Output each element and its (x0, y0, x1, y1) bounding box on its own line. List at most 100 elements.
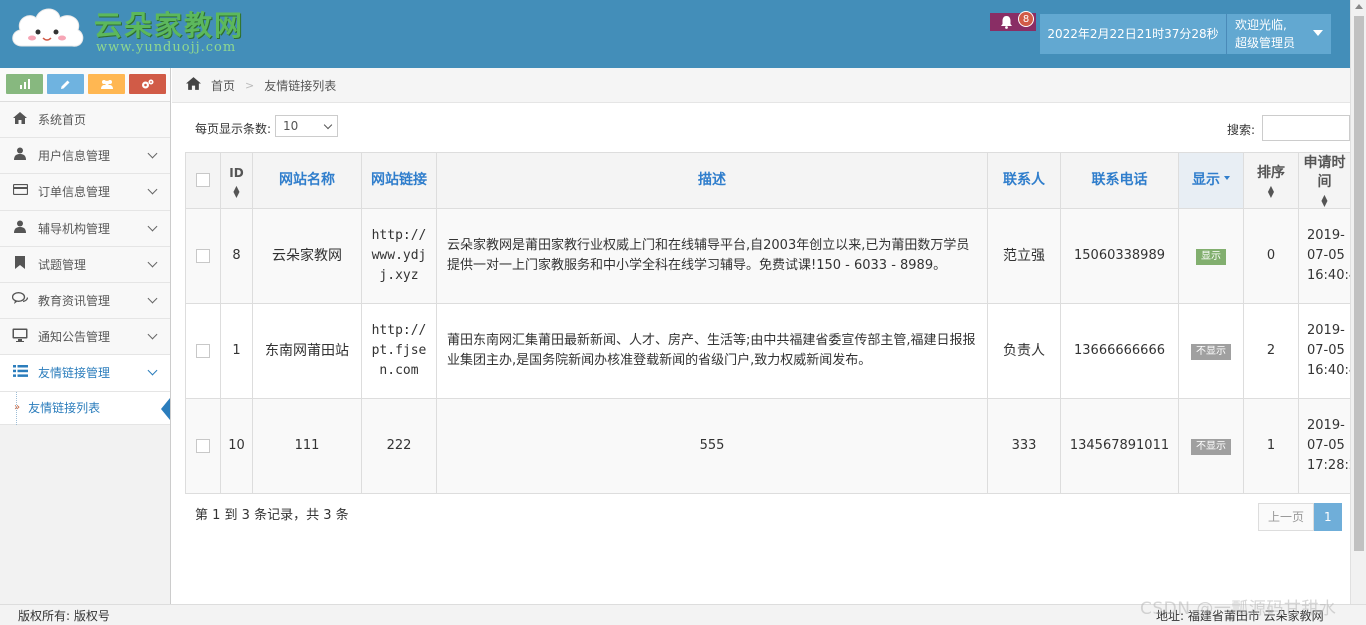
column-header-phone[interactable]: 联系电话 (1060, 152, 1179, 209)
sidebar-item-questions[interactable]: 试题管理 (0, 246, 170, 283)
select-all-checkbox[interactable] (196, 173, 210, 187)
sidebar-item-announcements[interactable]: 通知公告管理 (0, 319, 170, 356)
chevron-down-icon (147, 365, 158, 376)
cogs-icon (142, 79, 154, 88)
column-header-name[interactable]: 网站名称 (252, 152, 362, 209)
column-header-id[interactable]: ID ▲ ▼ (220, 152, 253, 209)
search-input[interactable] (1262, 115, 1350, 141)
scroll-up-icon[interactable] (1355, 4, 1363, 9)
active-indicator (161, 397, 170, 420)
chevron-down-icon (147, 221, 158, 232)
shortcut-stats-button[interactable] (6, 74, 43, 94)
sidebar-item-label: 通知公告管理 (38, 330, 111, 345)
table-row[interactable]: 8 云朵家教网 http://www.ydjj.xyz 云朵家教网是莆田家教行业… (185, 208, 1365, 304)
cell-sort: 0 (1243, 208, 1299, 304)
breadcrumb-current: 友情链接列表 (264, 78, 337, 93)
cell-desc: 555 (436, 398, 988, 494)
credit-card-icon (12, 184, 28, 199)
sort-icon: ▲ ▼ (1267, 183, 1275, 199)
sort-desc-icon (1224, 176, 1230, 180)
vertical-scrollbar[interactable] (1350, 0, 1366, 604)
status-badge: 不显示 (1191, 439, 1231, 455)
prev-page-button[interactable]: 上一页 (1258, 503, 1315, 531)
column-header-sort[interactable]: 排序 ▲ ▼ (1243, 152, 1299, 209)
table-info: 第 1 到 3 条记录，共 3 条 (195, 508, 349, 523)
home-icon (12, 111, 28, 128)
page-size-select[interactable]: 10 (275, 115, 338, 137)
column-header-url[interactable]: 网站链接 (361, 152, 437, 209)
sidebar-item-links[interactable]: 友情链接管理 (0, 355, 170, 392)
links-table: ID ▲ ▼ 网站名称 网站链接 描述 联系人 联系电话 显示 排序 ▲ ▼ 申请时间 ▲… (185, 152, 1365, 494)
row-checkbox[interactable] (196, 438, 210, 453)
table-row[interactable]: 10 111 222 555 333 134567891011 不显示 1 20… (185, 398, 1365, 494)
shortcut-users-button[interactable] (88, 74, 125, 94)
tree-line (16, 391, 17, 425)
cell-phone: 15060338989 (1060, 208, 1179, 304)
cell-show: 不显示 (1178, 398, 1244, 494)
cell-time: 2019-07-05 16:40:46 (1298, 208, 1365, 304)
select-all-cell[interactable] (185, 152, 221, 209)
column-header-contact[interactable]: 联系人 (987, 152, 1061, 209)
table-header-row: ID ▲ ▼ 网站名称 网站链接 描述 联系人 联系电话 显示 排序 ▲ ▼ 申请时间 ▲… (185, 152, 1351, 209)
cell-phone: 13666666666 (1060, 303, 1179, 399)
cell-contact: 333 (987, 398, 1061, 494)
chevron-down-icon (147, 293, 158, 304)
cell-id: 10 (220, 398, 253, 494)
sidebar-item-news[interactable]: 教育资讯管理 (0, 282, 170, 320)
sidebar-item-users[interactable]: 用户信息管理 (0, 138, 170, 175)
sidebar: 系统首页 用户信息管理 订单信息管理 辅导机构管理 试题管理 教育资讯管理 通知… (0, 68, 171, 604)
chevron-down-icon (147, 184, 158, 195)
notification-count-badge: 8 (1018, 11, 1034, 27)
sidebar-subitem-label: 友情链接列表 (28, 401, 101, 415)
row-select-cell[interactable] (185, 208, 221, 304)
breadcrumb-home-link[interactable]: 首页 (211, 77, 235, 94)
page-button-current[interactable]: 1 (1314, 503, 1342, 531)
sidebar-item-institutions[interactable]: 辅导机构管理 (0, 210, 170, 247)
bar-chart-icon (19, 79, 30, 89)
row-checkbox[interactable] (196, 343, 210, 358)
table-row[interactable]: 1 东南网莆田站 http://pt.fjsen.com 莆田东南网汇集莆田最新… (185, 303, 1365, 399)
column-header-show[interactable]: 显示 (1178, 152, 1244, 209)
search-label: 搜索: (1227, 123, 1256, 137)
row-checkbox[interactable] (196, 248, 210, 263)
scrollbar-thumb[interactable] (1354, 16, 1364, 551)
user-icon (12, 147, 28, 164)
sidebar-item-label: 订单信息管理 (38, 185, 111, 200)
cell-desc: 云朵家教网是莆田家教行业权威上门和在线辅导平台,自2003年创立以来,已为莆田数… (436, 208, 988, 304)
watermark: CSDN @一瓢源码甘甜水 (1140, 599, 1337, 619)
sort-icon: ▲ ▼ (1321, 193, 1328, 208)
notification-button[interactable]: 8 (990, 11, 1036, 31)
cell-time: 2019-07-05 16:40:40 (1298, 303, 1365, 399)
cell-phone: 134567891011 (1060, 398, 1179, 494)
cell-contact: 范立强 (987, 208, 1061, 304)
cell-show: 不显示 (1178, 303, 1244, 399)
page-size-label: 每页显示条数: (195, 122, 272, 136)
pencil-icon (61, 80, 70, 89)
angle-right-icon: > (245, 78, 255, 92)
sidebar-item-label: 试题管理 (38, 257, 87, 272)
sidebar-item-label: 辅导机构管理 (38, 221, 111, 236)
row-select-cell[interactable] (185, 398, 221, 494)
comments-icon (11, 292, 29, 309)
cell-name: 东南网莆田站 (252, 303, 362, 399)
sidebar-item-dashboard[interactable]: 系统首页 (0, 102, 170, 139)
site-logo[interactable]: 云朵家教网 www.yunduojj.com (8, 2, 258, 62)
logo-title: 云朵家教网 (94, 9, 245, 42)
sidebar-item-orders[interactable]: 订单信息管理 (0, 174, 170, 211)
cell-sort: 2 (1243, 303, 1299, 399)
cell-url: http://pt.fjsen.com (361, 303, 437, 399)
column-header-desc[interactable]: 描述 (436, 152, 988, 209)
sidebar-item-label: 用户信息管理 (38, 149, 111, 164)
shortcut-settings-button[interactable] (129, 74, 166, 94)
shortcut-edit-button[interactable] (47, 74, 84, 94)
column-header-time[interactable]: 申请时间 ▲ ▼ (1298, 152, 1351, 209)
caret-down-icon (1313, 30, 1323, 36)
cell-url: 222 (361, 398, 437, 494)
footer-copyright: 版权所有: 版权号 (18, 609, 110, 623)
datetime-display: 2022年2月22日21时37分28秒 (1040, 14, 1226, 54)
user-menu-button[interactable]: 欢迎光临, 超级管理员 (1226, 14, 1331, 54)
page-size-value: 10 (283, 119, 299, 133)
user-role: 超级管理员 (1235, 36, 1296, 50)
row-select-cell[interactable] (185, 303, 221, 399)
sidebar-subitem-link-list[interactable]: » 友情链接列表 (0, 391, 170, 425)
